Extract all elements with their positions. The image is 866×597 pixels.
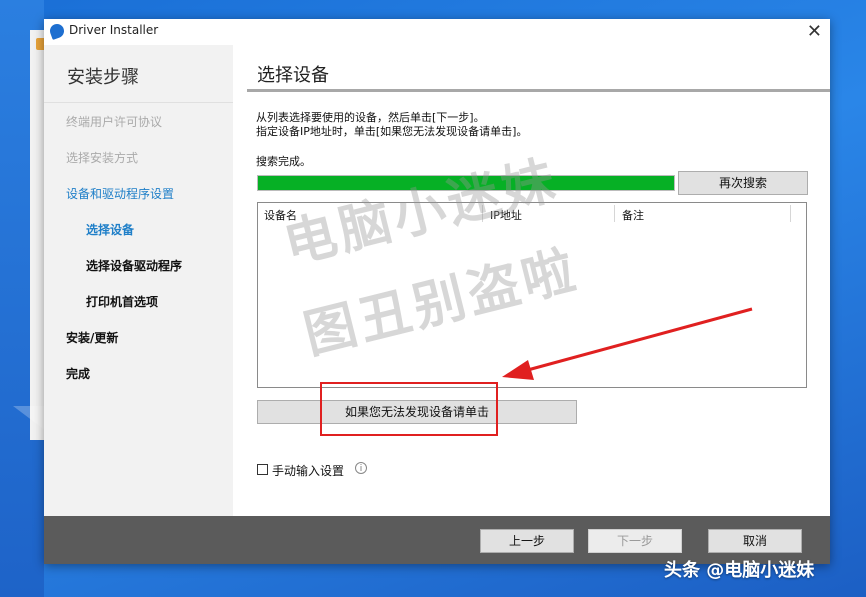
column-separator[interactable]	[614, 205, 615, 222]
step-finish: 完成	[66, 367, 91, 381]
manual-input-label[interactable]: 手动输入设置	[272, 462, 344, 479]
annotation-arrow-icon	[502, 307, 753, 380]
search-status: 搜索完成。	[256, 155, 311, 168]
installer-window: Driver Installer ✕ 安装步骤 终端用户许可协议 选择安装方式 …	[44, 19, 830, 564]
section-title: 选择设备	[257, 65, 329, 86]
next-button[interactable]: 下一步	[588, 529, 682, 553]
step-select-driver: 选择设备驱动程序	[86, 259, 183, 273]
title-underline	[247, 89, 830, 92]
instruction-line-2: 指定设备IP地址时，单击[如果您无法发现设备请单击]。	[256, 125, 528, 138]
step-select-device: 选择设备	[86, 223, 135, 237]
search-progress-bar	[257, 175, 675, 191]
title-bar: Driver Installer ✕	[44, 19, 830, 45]
close-icon[interactable]: ✕	[807, 21, 822, 42]
main-panel: 选择设备 从列表选择要使用的设备，然后单击[下一步]。 指定设备IP地址时，单击…	[233, 45, 830, 516]
steps-sidebar: 安装步骤 终端用户许可协议 选择安装方式 设备和驱动程序设置 选择设备 选择设备…	[44, 45, 233, 516]
step-printer-preferences: 打印机首选项	[86, 295, 159, 309]
info-icon[interactable]: i	[355, 462, 367, 474]
column-separator[interactable]	[482, 205, 483, 222]
sidebar-divider	[44, 102, 233, 103]
search-again-button[interactable]: 再次搜索	[678, 171, 808, 195]
source-watermark: 头条 @电脑小迷妹	[664, 560, 815, 581]
step-device-driver-setup: 设备和驱动程序设置	[66, 187, 175, 201]
manual-input-checkbox[interactable]	[257, 464, 268, 475]
column-separator[interactable]	[790, 205, 791, 222]
annotation-highlight-box	[320, 382, 498, 436]
column-ip-address[interactable]: IP地址	[490, 207, 522, 223]
window-title: Driver Installer	[69, 23, 159, 37]
column-notes[interactable]: 备注	[622, 207, 644, 223]
progress-fill	[258, 176, 674, 190]
back-button[interactable]: 上一步	[480, 529, 574, 553]
app-icon	[48, 22, 66, 40]
steps-title: 安装步骤	[67, 67, 139, 88]
step-install-method: 选择安装方式	[66, 151, 139, 165]
step-install-update: 安装/更新	[66, 331, 119, 345]
cancel-button[interactable]: 取消	[708, 529, 802, 553]
step-eula: 终端用户许可协议	[66, 115, 163, 129]
column-device-name[interactable]: 设备名	[264, 207, 297, 223]
